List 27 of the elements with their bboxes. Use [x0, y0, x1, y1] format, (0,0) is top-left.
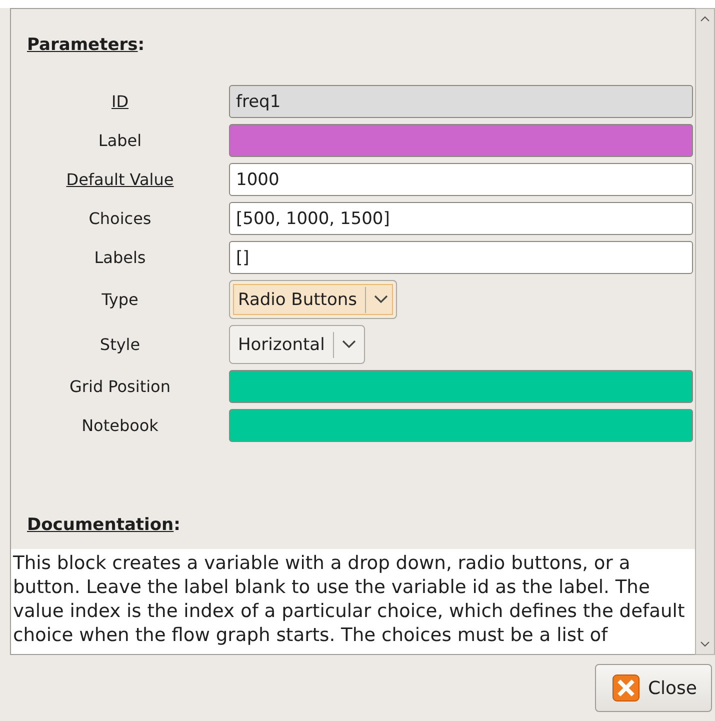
- input-field[interactable]: 1000: [229, 163, 693, 196]
- input-field[interactable]: [229, 370, 693, 403]
- input-field[interactable]: [500, 1000, 1500]: [229, 202, 693, 235]
- dropdown[interactable]: Radio Buttons: [229, 280, 397, 319]
- documentation-text: This block creates a variable with a drop down, radio buttons, or a button. Leave the label blank to use the variable id as the label. The value index is the index of a particular choice, which defines the default choice when the flow graph starts. The choices must be a list of: [11, 549, 695, 654]
- field-label: Notebook: [80, 416, 160, 435]
- scroll-up-icon[interactable]: [700, 15, 710, 23]
- chevron-down-icon: [374, 295, 388, 304]
- close-button[interactable]: Close: [594, 664, 712, 712]
- input-field[interactable]: [229, 124, 693, 157]
- close-icon: [612, 674, 640, 702]
- scrollbar[interactable]: [695, 8, 715, 655]
- dropdown[interactable]: Horizontal: [229, 325, 365, 364]
- field-label: Style: [98, 335, 142, 354]
- scroll-down-icon[interactable]: [700, 640, 710, 648]
- field-label: Labels: [93, 248, 147, 267]
- field-label: Type: [100, 290, 140, 309]
- input-field[interactable]: [229, 409, 693, 442]
- field-label: Default Value: [65, 170, 175, 189]
- field-label: Label: [97, 131, 143, 150]
- input-field[interactable]: []: [229, 241, 693, 274]
- section-heading: Parameters:: [27, 35, 146, 55]
- section-heading: Documentation:: [27, 515, 182, 535]
- chevron-down-icon: [342, 340, 356, 349]
- field-label: ID: [110, 92, 130, 111]
- field-label: Grid Position: [68, 377, 172, 396]
- field-label: Choices: [88, 209, 152, 228]
